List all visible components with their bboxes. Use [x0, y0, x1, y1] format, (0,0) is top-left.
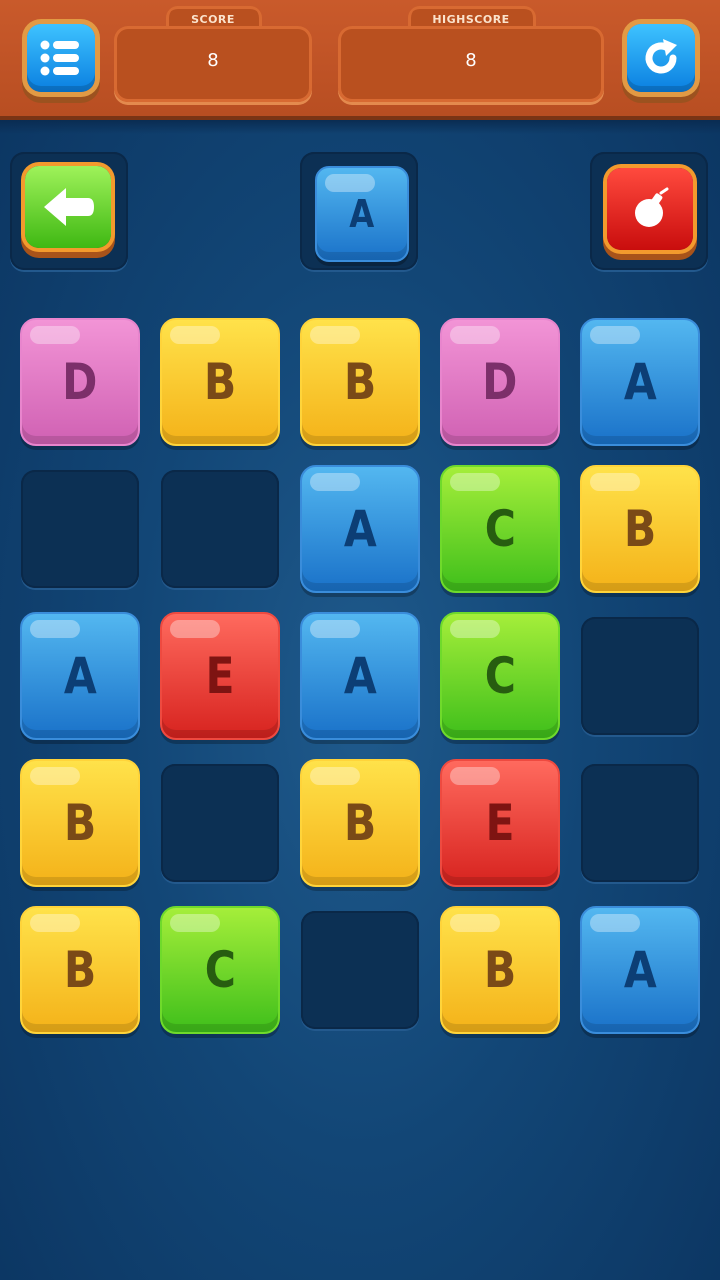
empty-cell[interactable]	[581, 764, 699, 882]
tile-b[interactable]: B	[20, 906, 140, 1034]
tile-d[interactable]: D	[20, 318, 140, 446]
empty-cell[interactable]	[161, 764, 279, 882]
tile-letter: B	[63, 794, 97, 852]
bomb-button[interactable]	[607, 168, 693, 250]
tile-e[interactable]: E	[440, 759, 560, 887]
tile-e[interactable]: E	[160, 612, 280, 740]
empty-cell[interactable]	[301, 911, 419, 1029]
bomb-icon	[635, 187, 669, 227]
tile-letter: A	[343, 647, 377, 705]
tile-b[interactable]: B	[160, 318, 280, 446]
tile-a[interactable]: A	[300, 465, 420, 593]
tile-letter: C	[484, 500, 516, 558]
tile-letter: B	[343, 794, 377, 852]
tile-letter: E	[485, 794, 515, 852]
score-value: 8	[207, 50, 219, 71]
top-bar-shadow	[0, 120, 720, 134]
tile-letter: E	[205, 647, 235, 705]
tile-letter: A	[343, 500, 377, 558]
restart-icon	[645, 39, 677, 74]
undo-button[interactable]	[25, 166, 111, 248]
tile-letter: B	[63, 941, 97, 999]
tile-b[interactable]: B	[20, 759, 140, 887]
tile-a[interactable]: A	[580, 906, 700, 1034]
empty-cell[interactable]	[161, 470, 279, 588]
tile-letter: B	[623, 500, 657, 558]
score-label: SCORE	[191, 13, 235, 26]
tile-b[interactable]: B	[440, 906, 560, 1034]
highscore-value: 8	[465, 50, 477, 71]
tile-c[interactable]: C	[440, 465, 560, 593]
restart-button[interactable]	[627, 24, 695, 92]
tile-d[interactable]: D	[440, 318, 560, 446]
tile-letter: B	[483, 941, 517, 999]
tile-b[interactable]: B	[300, 759, 420, 887]
tile-letter: D	[62, 353, 98, 411]
tile-letter: C	[204, 941, 236, 999]
menu-list-icon	[40, 40, 79, 76]
tile-letter: C	[484, 647, 516, 705]
tile-letter: A	[63, 647, 97, 705]
tile-a[interactable]: A	[20, 612, 140, 740]
tile-letter: B	[343, 353, 377, 411]
tile-c[interactable]: C	[160, 906, 280, 1034]
tile-c[interactable]: C	[440, 612, 560, 740]
arrow-left-icon	[44, 188, 94, 226]
empty-cell[interactable]	[21, 470, 139, 588]
next-tile: A	[315, 166, 409, 262]
tile-letter: B	[203, 353, 237, 411]
empty-cell[interactable]	[581, 617, 699, 735]
tile-letter: D	[482, 353, 518, 411]
tile-letter: A	[623, 353, 657, 411]
highscore-label: HIGHSCORE	[432, 13, 510, 26]
tile-b[interactable]: B	[300, 318, 420, 446]
menu-button[interactable]	[27, 24, 95, 92]
tile-a[interactable]: A	[300, 612, 420, 740]
tile-letter: A	[623, 941, 657, 999]
tile-b[interactable]: B	[580, 465, 700, 593]
tile-a[interactable]: A	[580, 318, 700, 446]
